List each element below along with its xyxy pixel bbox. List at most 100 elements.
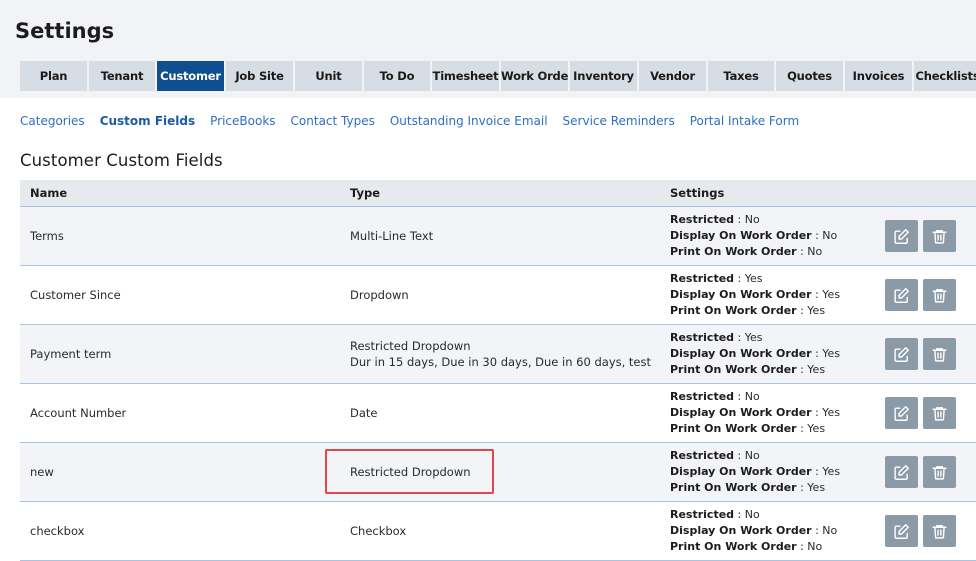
field-name: checkbox (30, 524, 85, 538)
field-type-options: Dur in 15 days, Due in 30 days, Due in 6… (350, 355, 652, 369)
restricted-label: Restricted (670, 449, 735, 462)
delete-button[interactable] (923, 456, 956, 488)
edit-icon (893, 464, 910, 481)
tab-work-order[interactable]: Work Order (501, 61, 568, 91)
separator: : (796, 422, 808, 435)
tab-vendor[interactable]: Vendor (639, 61, 706, 91)
tab-tenant[interactable]: Tenant (89, 61, 155, 91)
display-value: No (822, 229, 838, 242)
print-label: Print On Work Order (670, 363, 797, 376)
section-title: Customer Custom Fields (20, 151, 223, 170)
separator: : (811, 229, 823, 242)
edit-button[interactable] (885, 456, 918, 488)
tab-job-site[interactable]: Job Site (226, 61, 293, 91)
separator: : (734, 508, 745, 521)
restricted-label: Restricted (670, 390, 735, 403)
delete-button[interactable] (923, 397, 956, 429)
separator: : (811, 406, 823, 419)
print-label: Print On Work Order (670, 481, 797, 494)
edit-button[interactable] (885, 515, 918, 547)
separator: : (796, 304, 808, 317)
field-name: Payment term (30, 347, 112, 361)
separator: : (734, 213, 745, 226)
table-row: new Restricted Dropdown Restricted : No Dis… (20, 443, 976, 502)
field-settings: Restricted : No Display On Work Order : N… (670, 507, 837, 555)
separator: : (796, 245, 808, 258)
print-value: Yes (807, 363, 826, 376)
custom-fields-table: Name Type Settings Terms Multi-Line Text R… (20, 180, 976, 561)
subnav-categories[interactable]: Categories (20, 114, 85, 128)
edit-icon (893, 228, 910, 245)
edit-button[interactable] (885, 338, 918, 370)
subnav-contact-types[interactable]: Contact Types (291, 114, 375, 128)
separator: : (796, 540, 808, 553)
separator: : (734, 272, 745, 285)
restricted-value: No (744, 390, 760, 403)
delete-button[interactable] (923, 338, 956, 370)
restricted-label: Restricted (670, 331, 735, 344)
separator: : (811, 524, 823, 537)
display-value: Yes (822, 465, 841, 478)
field-name: Terms (30, 229, 64, 243)
edit-button[interactable] (885, 397, 918, 429)
delete-button[interactable] (923, 279, 956, 311)
field-type: Checkbox (350, 523, 406, 539)
separator: : (734, 331, 745, 344)
display-label: Display On Work Order (670, 465, 812, 478)
header-type: Type (350, 186, 381, 200)
field-type: Date (350, 405, 378, 421)
display-label: Display On Work Order (670, 288, 812, 301)
tab-timesheet[interactable]: Timesheet (432, 61, 499, 91)
subnav-outstanding-invoice-email[interactable]: Outstanding Invoice Email (390, 114, 548, 128)
restricted-label: Restricted (670, 508, 735, 521)
print-label: Print On Work Order (670, 422, 797, 435)
subnav-custom-fields[interactable]: Custom Fields (100, 114, 195, 128)
display-value: Yes (822, 406, 841, 419)
display-value: Yes (822, 347, 841, 360)
highlight-box (325, 449, 494, 494)
field-type: Multi-Line Text (350, 228, 433, 244)
tab-inventory[interactable]: Inventory (570, 61, 637, 91)
subnav-pricebooks[interactable]: PriceBooks (210, 114, 275, 128)
print-label: Print On Work Order (670, 245, 797, 258)
print-label: Print On Work Order (670, 304, 797, 317)
tab-to-do[interactable]: To Do (364, 61, 430, 91)
separator: : (734, 390, 745, 403)
edit-button[interactable] (885, 220, 918, 252)
field-settings: Restricted : No Display On Work Order : Y… (670, 448, 840, 496)
print-value: Yes (807, 304, 826, 317)
trash-icon (931, 346, 948, 363)
tab-taxes[interactable]: Taxes (708, 61, 774, 91)
restricted-value: No (744, 213, 760, 226)
trash-icon (931, 523, 948, 540)
display-label: Display On Work Order (670, 347, 812, 360)
delete-button[interactable] (923, 220, 956, 252)
field-settings: Restricted : Yes Display On Work Order : … (670, 330, 840, 378)
tab-plan[interactable]: Plan (20, 61, 87, 91)
subnav-portal-intake-form[interactable]: Portal Intake Form (690, 114, 799, 128)
tab-quotes[interactable]: Quotes (776, 61, 843, 91)
header-name: Name (30, 186, 68, 200)
trash-icon (931, 287, 948, 304)
trash-icon (931, 464, 948, 481)
sub-navigation: Categories Custom Fields PriceBooks Contact… (20, 114, 799, 128)
separator: : (811, 347, 823, 360)
print-label: Print On Work Order (670, 540, 797, 553)
table-row: checkbox Checkbox Restricted : No Display O… (20, 502, 976, 561)
print-value: No (807, 245, 823, 258)
delete-button[interactable] (923, 515, 956, 547)
tab-checklists[interactable]: Checklists (914, 61, 976, 91)
subnav-service-reminders[interactable]: Service Reminders (563, 114, 675, 128)
table-header: Name Type Settings (20, 180, 976, 207)
trash-icon (931, 228, 948, 245)
field-type-label: Checkbox (350, 524, 407, 538)
print-value: Yes (807, 422, 826, 435)
restricted-value: No (744, 508, 760, 521)
settings-tabs: Plan Tenant Customer Job Site Unit To Do Times… (20, 61, 976, 91)
tab-invoices[interactable]: Invoices (845, 61, 912, 91)
edit-button[interactable] (885, 279, 918, 311)
tab-customer[interactable]: Customer (157, 61, 224, 91)
table-row: Account Number Date Restricted : No Display… (20, 384, 976, 443)
tab-unit[interactable]: Unit (295, 61, 362, 91)
restricted-value: Yes (744, 331, 763, 344)
